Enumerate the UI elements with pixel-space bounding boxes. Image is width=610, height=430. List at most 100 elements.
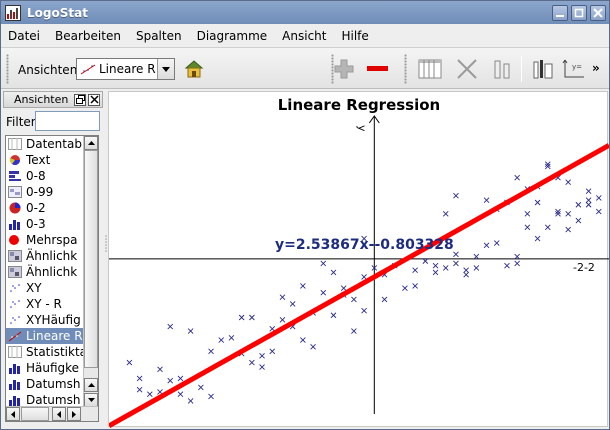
data-point xyxy=(146,391,153,397)
views-panel-title: Ansichten xyxy=(14,93,69,106)
views-list-items: Datentab Text 0-8 0-99 0-2 0-3 Mehrspa Ähnlichk… xyxy=(6,136,86,408)
bar-v-icon xyxy=(9,364,20,374)
add-button[interactable] xyxy=(332,58,356,80)
menu-datei[interactable]: Datei xyxy=(1,29,48,43)
views-list-item-label: Text xyxy=(26,153,51,167)
close-icon xyxy=(89,95,99,104)
data-point xyxy=(187,398,194,404)
menu-diagramme[interactable]: Diagramme xyxy=(190,29,276,43)
data-point xyxy=(198,384,204,391)
svg-text:y=: y= xyxy=(572,63,582,71)
views-list-item[interactable]: Mehrspa xyxy=(6,232,86,248)
views-list-item[interactable]: XYHäufig xyxy=(6,312,86,328)
menu-spalten[interactable]: Spalten xyxy=(129,29,190,43)
views-list-vscrollbar[interactable] xyxy=(83,136,98,408)
data-point xyxy=(208,348,214,355)
menu-ansicht[interactable]: Ansicht xyxy=(275,29,334,43)
data-point xyxy=(585,201,592,208)
filter-input[interactable] xyxy=(35,111,100,131)
views-list-item[interactable]: 0-2 xyxy=(6,200,86,216)
bar-v-icon xyxy=(9,380,20,390)
data-point xyxy=(249,359,255,366)
toolbar-grip-3[interactable] xyxy=(404,54,407,84)
x-axis-label: -2-2 xyxy=(573,261,595,274)
panel-close-button[interactable] xyxy=(88,93,100,106)
scroll-thumb[interactable] xyxy=(84,150,98,368)
views-list-item[interactable]: XY - R xyxy=(6,296,86,312)
view-select-arrow[interactable] xyxy=(157,59,174,79)
views-list-item[interactable]: 0-99 xyxy=(6,184,86,200)
arrow-right-icon xyxy=(72,410,76,418)
views-list-item-label: 0-8 xyxy=(26,169,46,183)
toolbar-overflow-button[interactable]: » xyxy=(592,61,600,75)
title-bar[interactable]: LogoStat xyxy=(1,1,609,24)
data-point xyxy=(432,269,439,276)
data-point xyxy=(340,285,347,292)
data-point xyxy=(575,201,582,208)
chart-axes-button[interactable]: y= xyxy=(562,58,586,80)
data-point xyxy=(289,301,296,307)
menu-bearbeiten[interactable]: Bearbeiten xyxy=(48,29,129,43)
y-axis-label: y xyxy=(355,125,368,132)
minimize-icon xyxy=(556,14,564,17)
views-list-item[interactable]: 0-3 xyxy=(6,216,86,232)
data-point xyxy=(208,393,214,400)
scroll-right-button[interactable] xyxy=(67,407,81,421)
views-list-item[interactable]: Text xyxy=(6,152,86,168)
ansichten-label: Ansichten xyxy=(18,63,78,77)
menu-bar: Datei Bearbeiten Spalten Diagramme Ansic… xyxy=(1,24,609,48)
scroll-left-button[interactable] xyxy=(6,407,20,421)
split-button[interactable] xyxy=(490,58,514,80)
data-point xyxy=(361,307,367,314)
scroll-down-button[interactable] xyxy=(84,393,98,407)
data-point xyxy=(595,195,602,201)
views-list-item-label: Datumsh xyxy=(26,377,81,391)
columns-button[interactable] xyxy=(418,58,442,80)
view-select-value: Lineare R xyxy=(99,62,156,76)
data-point xyxy=(238,314,245,321)
columns-icon xyxy=(418,59,442,79)
views-list-item-label: Datentab xyxy=(26,137,82,151)
chart-panel[interactable]: Lineare Regression y -2-2 y=2.53867x--0.80… xyxy=(108,91,609,428)
panel-float-button[interactable] xyxy=(74,93,86,106)
toolbar-grip[interactable] xyxy=(6,54,9,84)
menu-hilfe[interactable]: Hilfe xyxy=(334,29,376,43)
data-point xyxy=(177,391,184,397)
scroll-up-button-2[interactable] xyxy=(84,378,98,392)
arrow-left-icon xyxy=(57,410,61,418)
views-list-item[interactable]: 0-8 xyxy=(6,168,86,184)
data-point xyxy=(473,265,480,271)
views-list-item[interactable]: XY xyxy=(6,280,86,296)
views-list-item[interactable]: Ähnlichk xyxy=(6,264,86,280)
views-list-hscrollbar[interactable] xyxy=(6,406,98,421)
data-point xyxy=(524,210,531,217)
chart-bar-button[interactable] xyxy=(531,58,555,80)
data-point xyxy=(300,283,306,289)
axes-icon: y= xyxy=(562,59,584,78)
home-button[interactable] xyxy=(182,58,206,80)
views-list-item[interactable]: Statistikta xyxy=(6,344,86,360)
views-list-item[interactable]: Datentab xyxy=(6,136,86,152)
remove-button[interactable] xyxy=(365,58,389,80)
view-select[interactable]: Lineare R xyxy=(76,58,175,80)
data-point xyxy=(259,353,265,359)
hscroll-thumb[interactable] xyxy=(21,407,49,421)
views-list-item[interactable]: Datumsh xyxy=(6,376,86,392)
maximize-button[interactable] xyxy=(571,4,587,21)
data-point xyxy=(330,312,337,319)
views-list-item[interactable]: Ähnlichk xyxy=(6,248,86,264)
minimize-button[interactable] xyxy=(552,4,568,21)
views-list-item[interactable]: Häufigke xyxy=(6,360,86,376)
data-point xyxy=(514,174,520,181)
views-list-item-label: Mehrspa xyxy=(26,233,78,247)
views-list-item-label: 0-99 xyxy=(26,185,54,199)
close-button[interactable] xyxy=(590,4,606,21)
scroll-left-button-2[interactable] xyxy=(52,407,66,421)
data-point xyxy=(565,226,572,233)
app-icon xyxy=(5,4,21,21)
views-list-item[interactable]: Lineare R xyxy=(6,328,86,344)
scroll-up-button[interactable] xyxy=(84,136,98,150)
restore-icon xyxy=(75,95,85,104)
data-point xyxy=(177,375,184,382)
delete-button[interactable] xyxy=(455,58,479,80)
